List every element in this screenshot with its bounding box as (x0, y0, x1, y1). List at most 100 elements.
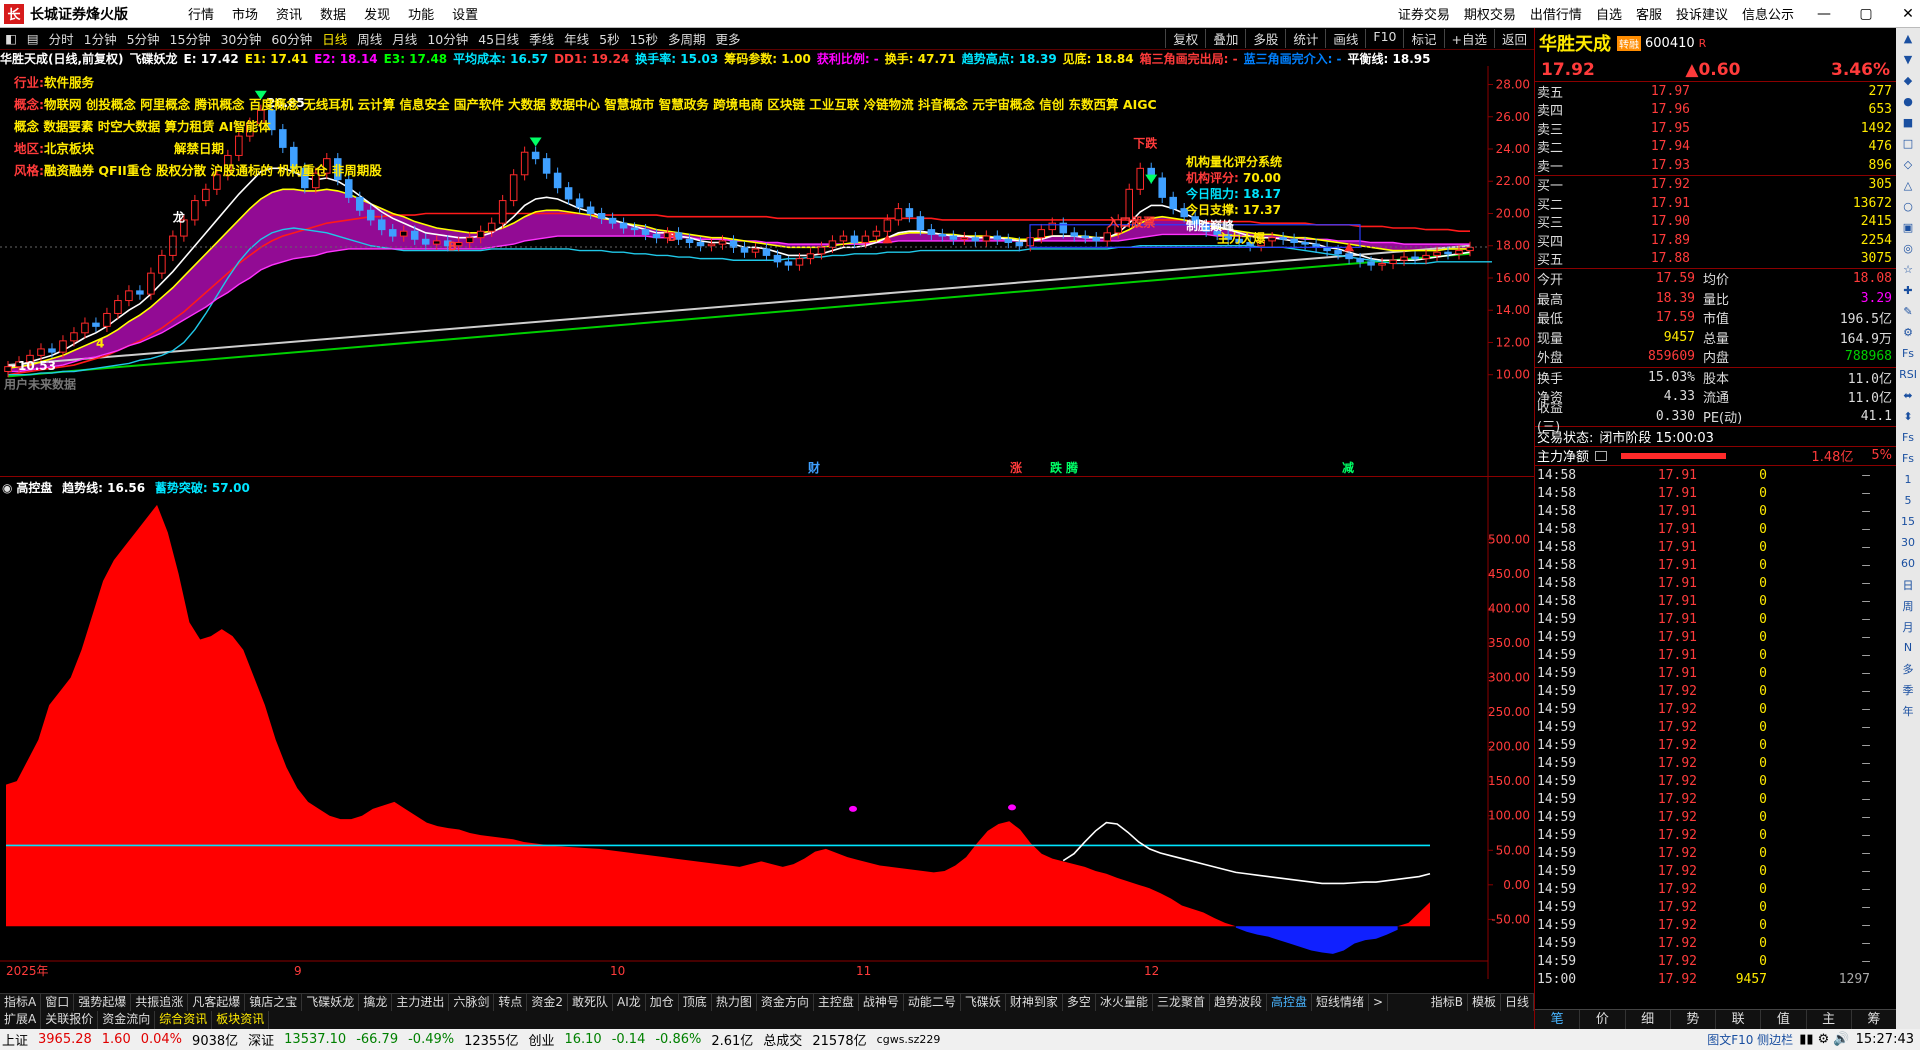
indicator-tab[interactable]: 加仓 (646, 994, 679, 1011)
indicator-tab-right[interactable]: 指标B (1427, 994, 1468, 1011)
book-row[interactable]: 买五 17.88 3075 (1535, 250, 1896, 268)
indicator-tab[interactable]: 顶底 (679, 994, 712, 1011)
sidebar-toggle-icon[interactable]: ◧ (0, 31, 22, 46)
quote-tab[interactable]: 值 (1761, 1010, 1807, 1029)
side-tool-icon[interactable]: 年 (1897, 700, 1919, 721)
menu-item[interactable]: 数据 (320, 8, 346, 23)
quote-tab[interactable]: 笔 (1535, 1010, 1581, 1029)
extension-tab[interactable]: 板块资讯 (212, 1011, 270, 1029)
indicator-tab[interactable]: 高控盘 (1267, 994, 1312, 1011)
book-row[interactable]: 卖一 17.93 896 (1535, 156, 1896, 175)
period-tab[interactable]: 日线 (317, 29, 352, 48)
period-tab[interactable]: 1分钟 (79, 29, 122, 48)
side-tool-icon[interactable]: ⬍ (1897, 406, 1919, 427)
side-tool-icon[interactable]: ◇ (1897, 154, 1919, 175)
menu-item[interactable]: 功能 (408, 8, 434, 23)
indicator-tab[interactable]: 三龙聚首 (1153, 994, 1210, 1011)
indicator-tab[interactable]: 凡客起爆 (188, 994, 246, 1011)
side-tool-icon[interactable]: ■ (1897, 112, 1919, 133)
toolbar-button[interactable]: 多股 (1245, 29, 1285, 48)
indicator-tab-right[interactable]: 日线 (1501, 994, 1534, 1011)
indicator-tab[interactable]: 共振追涨 (131, 994, 189, 1011)
right-menu-item[interactable]: 出借行情 (1530, 4, 1582, 23)
toolbar-button[interactable]: 标记 (1403, 29, 1443, 48)
menu-item[interactable]: 设置 (452, 8, 478, 23)
side-tool-icon[interactable]: ⬌ (1897, 385, 1919, 406)
period-tab[interactable]: 季线 (524, 29, 559, 48)
indicator-tab[interactable]: 擒龙 (359, 994, 393, 1011)
toolbar-button[interactable]: F10 (1365, 29, 1403, 48)
quote-tab[interactable]: 价 (1580, 1010, 1626, 1029)
side-tool-icon[interactable]: 日 (1897, 574, 1919, 595)
menu-item[interactable]: 发现 (364, 8, 390, 23)
indicator-tab[interactable]: 战神号 (859, 994, 904, 1011)
side-tool-icon[interactable]: ◆ (1897, 70, 1919, 91)
right-menu-item[interactable]: 期权交易 (1464, 4, 1516, 23)
book-row[interactable]: 卖五 17.97 277 (1535, 82, 1896, 101)
quote-tab[interactable]: 细 (1626, 1010, 1671, 1029)
book-row[interactable]: 买二 17.91 13672 (1535, 194, 1896, 213)
side-tool-icon[interactable]: 5 (1897, 490, 1919, 511)
event-mark[interactable]: 减 (1342, 460, 1354, 475)
indicator-tab[interactable]: 转点 (494, 994, 528, 1011)
indicator-tab[interactable]: 主控盘 (814, 994, 859, 1011)
indicator-tab[interactable]: 多空 (1063, 994, 1096, 1011)
sub-chart-svg[interactable]: 500.00 450.00 400.00 350.00 300.00 250.00 200.… (0, 477, 1534, 979)
book-row[interactable]: 卖四 17.96 653 (1535, 101, 1896, 119)
book-row[interactable]: 卖三 17.95 1492 (1535, 119, 1896, 138)
indicator-tab[interactable]: AI龙 (613, 994, 646, 1011)
side-tool-icon[interactable]: 月 (1897, 616, 1919, 637)
close-icon[interactable]: ✕ (1896, 6, 1920, 22)
side-tool-icon[interactable]: 多 (1897, 658, 1919, 679)
quote-tab[interactable]: 联 (1716, 1010, 1762, 1029)
indicator-tab[interactable]: 冰火量能 (1096, 994, 1153, 1011)
side-tool-icon[interactable]: RSI (1897, 364, 1919, 385)
right-menu-item[interactable]: 投诉建议 (1676, 4, 1728, 23)
extension-tab[interactable]: 综合资讯 (155, 1011, 213, 1029)
main-kline-chart[interactable]: 28.00 26.00 24.00 22.00 20.00 18.00 16.00 14.00… (0, 66, 1534, 476)
sub-settings-icon[interactable]: ◉ (2, 481, 12, 495)
extension-tab[interactable]: 资金流向 (98, 1011, 156, 1029)
period-tab[interactable]: 月线 (387, 29, 422, 48)
menu-toggle-icon[interactable]: ▤ (22, 31, 44, 46)
side-tool-icon[interactable]: 周 (1897, 595, 1919, 616)
period-tab[interactable]: 5分钟 (122, 29, 165, 48)
period-tab[interactable]: 15秒 (625, 29, 663, 48)
status-icons[interactable]: ▮▮ ⚙ 🔊 (1799, 1032, 1849, 1047)
period-tab[interactable]: 年线 (559, 29, 594, 48)
event-mark[interactable]: 腾 (1065, 460, 1079, 475)
toolbar-button[interactable]: 叠加 (1205, 29, 1245, 48)
side-tool-icon[interactable]: N (1897, 637, 1919, 658)
indicator-tab[interactable]: 主力进出 (392, 994, 450, 1011)
side-tool-icon[interactable]: ▼ (1897, 49, 1919, 70)
period-tab[interactable]: 30分钟 (215, 29, 266, 48)
indicator-tab[interactable]: 窗口 (41, 994, 75, 1011)
quote-tab[interactable]: 主 (1807, 1010, 1852, 1029)
minimize-icon[interactable]: — (1812, 6, 1836, 22)
side-tool-icon[interactable]: △ (1897, 175, 1919, 196)
right-menu-item[interactable]: 证券交易 (1398, 4, 1450, 23)
side-tool-icon[interactable]: Fs (1897, 343, 1919, 364)
period-tab[interactable]: 15分钟 (165, 29, 216, 48)
period-tab[interactable]: 分时 (44, 29, 79, 48)
event-mark[interactable]: 涨 (1010, 460, 1022, 475)
indicator-tab[interactable]: 资金2 (527, 994, 569, 1011)
indicator-tab[interactable]: 热力图 (712, 994, 757, 1011)
event-mark[interactable]: 财 (807, 460, 820, 475)
sub-indicator-chart[interactable]: 500.00 450.00 400.00 350.00 300.00 250.00 200.… (0, 476, 1534, 979)
indicator-tab[interactable]: 趋势波段 (1210, 994, 1267, 1011)
period-tab[interactable]: 更多 (711, 29, 746, 48)
period-tab[interactable]: 多周期 (663, 29, 711, 48)
menu-item[interactable]: 市场 (232, 8, 258, 23)
event-mark[interactable]: 跌 (1050, 460, 1063, 475)
book-row[interactable]: 卖二 17.94 476 (1535, 138, 1896, 156)
side-tool-icon[interactable]: ▲ (1897, 28, 1919, 49)
book-row[interactable]: 买四 17.89 2254 (1535, 231, 1896, 250)
side-tool-icon[interactable]: Fs (1897, 427, 1919, 448)
book-row[interactable]: 买三 17.90 2415 (1535, 213, 1896, 231)
side-tool-icon[interactable]: □ (1897, 133, 1919, 154)
indicator-tab[interactable]: 敢死队 (568, 994, 614, 1011)
indicator-tab[interactable]: 飞碟妖龙 (302, 994, 360, 1011)
indicator-tab[interactable]: 指标A (0, 994, 42, 1011)
side-tool-icon[interactable]: 1 (1897, 469, 1919, 490)
